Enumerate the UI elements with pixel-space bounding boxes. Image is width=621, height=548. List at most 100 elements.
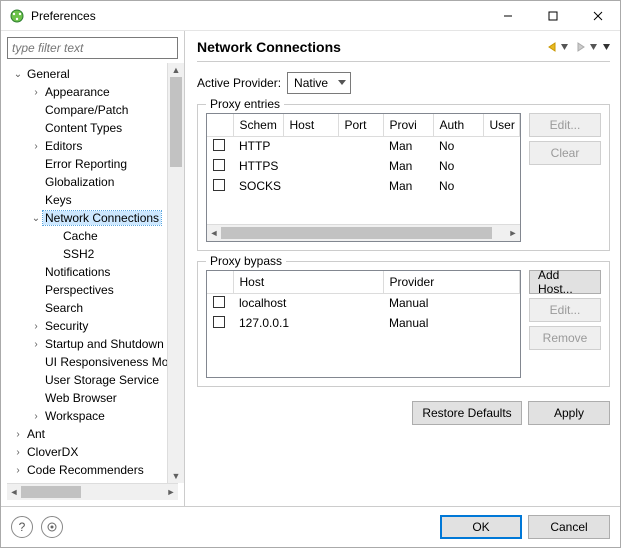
table-row[interactable]: 127.0.0.1Manual [207, 313, 520, 333]
table-row[interactable]: localhostManual [207, 293, 520, 313]
minimize-button[interactable] [485, 1, 530, 30]
filter-input[interactable] [7, 37, 178, 59]
scroll-left-icon[interactable]: ◄ [207, 225, 221, 241]
checkbox[interactable] [213, 316, 225, 328]
tree-item[interactable]: Notifications [7, 263, 167, 281]
dialog-footer: ? OK Cancel [1, 506, 620, 547]
tree-item-label: CloverDX [25, 445, 80, 459]
hscroll-thumb[interactable] [21, 486, 81, 498]
cell [483, 136, 520, 156]
scroll-down-icon[interactable]: ▼ [168, 469, 184, 483]
column-header[interactable]: User [483, 114, 520, 136]
chevron-right-icon[interactable]: › [29, 339, 43, 350]
proxy-bypass-table[interactable]: HostProvider localhostManual127.0.0.1Man… [206, 270, 521, 378]
tree-item[interactable]: ›Editors [7, 137, 167, 155]
scroll-thumb[interactable] [170, 77, 182, 167]
column-header[interactable]: Auth [433, 114, 483, 136]
chevron-down-icon[interactable]: ⌄ [11, 69, 25, 80]
chevron-right-icon[interactable]: › [11, 465, 25, 476]
checkbox[interactable] [213, 139, 225, 151]
tree-item[interactable]: ›CloverDX [7, 443, 167, 461]
chevron-right-icon[interactable]: › [29, 411, 43, 422]
scroll-up-icon[interactable]: ▲ [168, 63, 184, 77]
chevron-right-icon[interactable]: › [11, 429, 25, 440]
maximize-button[interactable] [530, 1, 575, 30]
tree-vscrollbar[interactable]: ▲ ▼ [167, 63, 184, 483]
column-header[interactable] [207, 114, 233, 136]
tree-item[interactable]: ›Code Recommenders [7, 461, 167, 479]
preferences-tree[interactable]: ⌄General›AppearanceCompare/Patch Content … [7, 63, 167, 483]
proxy-bypass-add-button[interactable]: Add Host... [529, 270, 601, 294]
hscroll-thumb[interactable] [221, 227, 492, 239]
scroll-right-icon[interactable]: ► [164, 484, 178, 500]
cell: SOCKS [233, 176, 283, 196]
column-header[interactable]: Host [233, 271, 383, 293]
tree-item[interactable]: Keys [7, 191, 167, 209]
table-row[interactable]: HTTPSManNo [207, 156, 520, 176]
cell: No [433, 176, 483, 196]
chevron-right-icon[interactable]: › [29, 87, 43, 98]
tree-item-label: Notifications [43, 265, 112, 279]
proxy-entries-clear-button[interactable]: Clear [529, 141, 601, 165]
tree-item[interactable]: Web Browser [7, 389, 167, 407]
tree-item[interactable]: ›Workspace [7, 407, 167, 425]
tree-item[interactable]: Globalization [7, 173, 167, 191]
apply-button[interactable]: Apply [528, 401, 610, 425]
table-row[interactable]: HTTPManNo [207, 136, 520, 156]
tree-item[interactable]: UI Responsiveness Monitoring [7, 353, 167, 371]
tree-item[interactable]: ⌄General [7, 65, 167, 83]
proxy-entries-table[interactable]: SchemHostPortProviAuthUser HTTPManNoHTTP… [206, 113, 521, 242]
active-provider-select[interactable]: Native [287, 72, 351, 94]
checkbox[interactable] [213, 159, 225, 171]
close-button[interactable] [575, 1, 620, 30]
tree-item[interactable]: Content Types [7, 119, 167, 137]
proxy-bypass-edit-button[interactable]: Edit... [529, 298, 601, 322]
help-icon[interactable]: ? [11, 516, 33, 538]
tree-item[interactable]: ⌄Network Connections [7, 209, 167, 227]
proxy-bypass-remove-button[interactable]: Remove [529, 326, 601, 350]
column-header[interactable] [207, 271, 233, 293]
column-header[interactable]: Provi [383, 114, 433, 136]
nav-back-button[interactable] [545, 41, 568, 53]
proxy-entries-hscrollbar[interactable]: ◄ ► [207, 224, 520, 241]
column-header[interactable]: Schem [233, 114, 283, 136]
chevron-right-icon[interactable]: › [11, 447, 25, 458]
chevron-right-icon[interactable]: › [29, 321, 43, 332]
chevron-right-icon[interactable]: › [29, 141, 43, 152]
tree-item[interactable]: ›Appearance [7, 83, 167, 101]
tree-item-label: Perspectives [43, 283, 116, 297]
preferences-window: Preferences ⌄General›AppearanceCompare/P… [0, 0, 621, 548]
nav-menu-button[interactable] [603, 44, 610, 50]
tree-item[interactable]: ›Security [7, 317, 167, 335]
checkbox[interactable] [213, 296, 225, 308]
tree-item[interactable]: Search [7, 299, 167, 317]
tree-item-label: User Storage Service [43, 373, 161, 387]
tree-item[interactable]: Perspectives [7, 281, 167, 299]
restore-defaults-button[interactable]: Restore Defaults [412, 401, 522, 425]
import-export-icon[interactable] [41, 516, 63, 538]
tree-item[interactable]: ›Ant [7, 425, 167, 443]
proxy-entries-edit-button[interactable]: Edit... [529, 113, 601, 137]
cancel-button[interactable]: Cancel [528, 515, 610, 539]
ok-button[interactable]: OK [440, 515, 522, 539]
tree-item-label: Content Types [43, 121, 124, 135]
tree-item[interactable]: User Storage Service [7, 371, 167, 389]
tree-item[interactable]: ›Startup and Shutdown [7, 335, 167, 353]
tree-item[interactable]: Cache [7, 227, 167, 245]
scroll-left-icon[interactable]: ◄ [7, 484, 21, 500]
tree-hscrollbar[interactable]: ◄ ► [7, 483, 178, 500]
nav-forward-button[interactable] [574, 41, 597, 53]
chevron-down-icon[interactable]: ⌄ [29, 213, 43, 224]
tree-item-label: SSH2 [61, 247, 96, 261]
tree-item[interactable]: SSH2 [7, 245, 167, 263]
tree-item[interactable]: Error Reporting [7, 155, 167, 173]
tree-item[interactable]: Compare/Patch [7, 101, 167, 119]
scroll-right-icon[interactable]: ► [506, 225, 520, 241]
column-header[interactable]: Port [338, 114, 383, 136]
tree-item-label: Startup and Shutdown [43, 337, 166, 351]
checkbox[interactable] [213, 179, 225, 191]
tree-item-label: UI Responsiveness Monitoring [43, 355, 167, 369]
column-header[interactable]: Host [283, 114, 338, 136]
table-row[interactable]: SOCKSManNo [207, 176, 520, 196]
column-header[interactable]: Provider [383, 271, 520, 293]
